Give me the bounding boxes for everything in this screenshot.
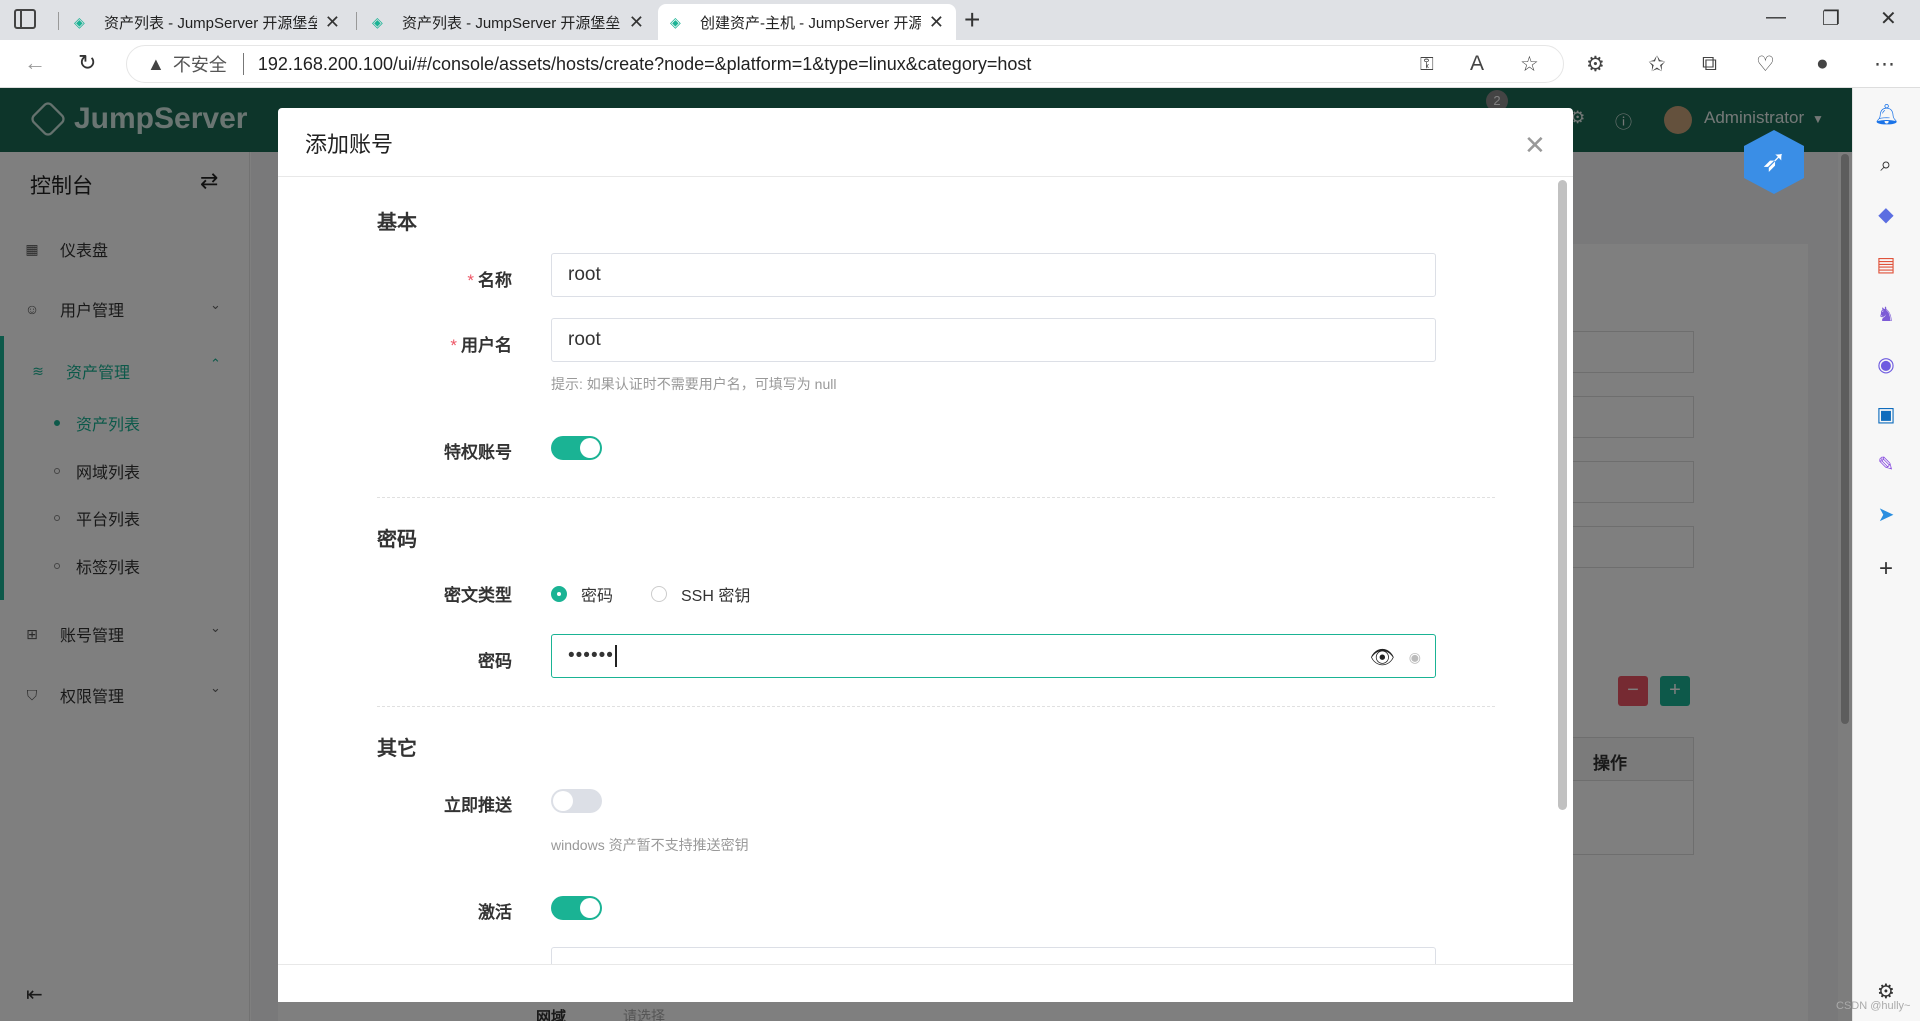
active-toggle[interactable]	[551, 896, 602, 920]
favorite-star-icon[interactable]: ☆	[1520, 52, 1539, 77]
watermark: CSDN @hully~	[1836, 1000, 1911, 1012]
tag-icon[interactable]: ◆	[1874, 203, 1898, 227]
tab-actions-icon[interactable]	[14, 9, 36, 29]
dialog-title: 添加账号	[305, 132, 394, 157]
username-label: * 用户名	[372, 331, 512, 356]
tab-label: 资产列表 - JumpServer 开源堡垒	[104, 14, 317, 32]
name-label: * 名称	[372, 266, 512, 291]
toggle-knob	[580, 898, 600, 918]
comment-input[interactable]	[551, 947, 1436, 964]
tab-close-icon[interactable]: ✕	[929, 12, 944, 33]
name-input[interactable]: root	[551, 253, 1436, 297]
secret-type-label: 密文类型	[444, 586, 512, 605]
username-input[interactable]: root	[551, 318, 1436, 362]
secret-type-password-radio[interactable]: 密码	[551, 582, 613, 606]
password-value: ••••••	[568, 645, 614, 666]
jumpserver-favicon-icon: ◈	[372, 14, 383, 30]
show-password-icon[interactable]: ◉	[1409, 649, 1421, 666]
jumpserver-favicon-icon: ◈	[670, 14, 681, 30]
radio-circle	[551, 586, 567, 602]
required-marker: *	[467, 271, 474, 290]
privileged-label: 特权账号	[444, 443, 512, 462]
close-window-icon[interactable]: ✕	[1880, 6, 1897, 31]
section-other: 其它	[377, 738, 417, 760]
push-hint: windows 资产暂不支持推送密钥	[551, 837, 749, 853]
name-label-text: 名称	[478, 271, 512, 290]
minimize-icon[interactable]: —	[1766, 6, 1786, 29]
divider	[242, 53, 244, 75]
username-label-text: 用户名	[461, 336, 512, 355]
active-label: 激活	[478, 903, 512, 922]
radio-label: SSH 密钥	[681, 588, 751, 605]
address-bar[interactable]: ▲ 不安全 192.168.200.100/ui/#/console/asset…	[126, 45, 1564, 83]
radio-circle	[651, 586, 667, 602]
add-sidebar-app-icon[interactable]: +	[1874, 557, 1898, 581]
read-aloud-icon[interactable]: A	[1470, 52, 1484, 76]
dialog-footer	[278, 964, 1573, 1002]
text-caret	[614, 645, 617, 667]
section-divider	[377, 497, 1495, 498]
secret-type-ssh-key-radio[interactable]: SSH 密钥	[651, 582, 750, 606]
dialog-body: 基本 * 名称 root * 用户名 root 提示: 如果认证时不需要用户名，可填…	[278, 177, 1573, 964]
health-icon[interactable]: ♡	[1756, 52, 1775, 77]
section-divider	[377, 706, 1495, 707]
privileged-toggle[interactable]	[551, 436, 602, 460]
key-icon[interactable]: ⚿	[1420, 54, 1434, 75]
dialog-scrollbar-thumb[interactable]	[1558, 180, 1567, 810]
extensions-icon[interactable]: ⚙	[1586, 52, 1605, 77]
toggle-knob	[580, 438, 600, 458]
password-input[interactable]: •••••• 👁︎ ◉	[551, 634, 1436, 678]
push-now-label: 立即推送	[444, 796, 512, 815]
more-menu-icon[interactable]: ⋯	[1874, 52, 1895, 77]
tab-label: 创建资产-主机 - JumpServer 开源	[700, 14, 921, 32]
games-icon[interactable]: ♞	[1874, 303, 1898, 327]
browser-tab-active[interactable]: ◈ 创建资产-主机 - JumpServer 开源 ✕	[658, 4, 956, 40]
tab-close-icon[interactable]: ✕	[325, 12, 340, 33]
toggle-knob	[553, 791, 573, 811]
password-label: 密码	[478, 652, 512, 671]
reload-icon[interactable]: ↻	[78, 50, 96, 76]
designer-icon[interactable]: ✎	[1874, 453, 1898, 477]
username-value: root	[568, 329, 601, 350]
url-text[interactable]: 192.168.200.100/ui/#/console/assets/host…	[258, 54, 1032, 75]
insecure-label: 不安全	[172, 55, 227, 75]
copilot-icon[interactable]: ◉	[1874, 353, 1898, 377]
bell-icon[interactable]: 🔔︎	[1874, 103, 1899, 127]
collections-icon[interactable]: ⧉	[1702, 52, 1717, 76]
jumpserver-favicon-icon: ◈	[74, 14, 85, 30]
browser-tab-2[interactable]: ◈ 资产列表 - JumpServer 开源堡垒 ✕	[360, 4, 656, 40]
warning-icon: ▲	[147, 53, 165, 74]
tab-separator	[356, 12, 357, 30]
close-icon[interactable]: ✕	[1524, 130, 1546, 161]
browser-tab-1[interactable]: ◈ 资产列表 - JumpServer 开源堡垒 ✕	[62, 4, 352, 40]
section-basic: 基本	[377, 212, 417, 234]
outlook-icon[interactable]: ▣	[1874, 403, 1898, 427]
restore-icon[interactable]: ❐	[1822, 6, 1840, 31]
name-value: root	[568, 264, 601, 285]
tab-label: 资产列表 - JumpServer 开源堡垒	[402, 14, 621, 32]
tab-close-icon[interactable]: ✕	[629, 12, 644, 33]
back-icon[interactable]: ←	[24, 50, 46, 76]
username-hint: 提示: 如果认证时不需要用户名，可填写为 null	[551, 376, 837, 392]
toolbox-icon[interactable]: ▤	[1874, 253, 1898, 277]
favorites-icon[interactable]: ✩	[1648, 52, 1666, 77]
profile-icon[interactable]: ●	[1816, 52, 1829, 76]
new-tab-icon[interactable]: +	[964, 4, 980, 36]
tab-separator	[58, 12, 59, 30]
send-icon[interactable]: ➤	[1874, 503, 1898, 527]
section-password: 密码	[377, 529, 417, 551]
required-marker: *	[450, 336, 457, 355]
radio-label: 密码	[581, 588, 614, 605]
eye-icon[interactable]: 👁︎	[1370, 645, 1395, 670]
search-icon[interactable]: ⌕	[1874, 153, 1898, 177]
push-now-toggle[interactable]	[551, 789, 602, 813]
